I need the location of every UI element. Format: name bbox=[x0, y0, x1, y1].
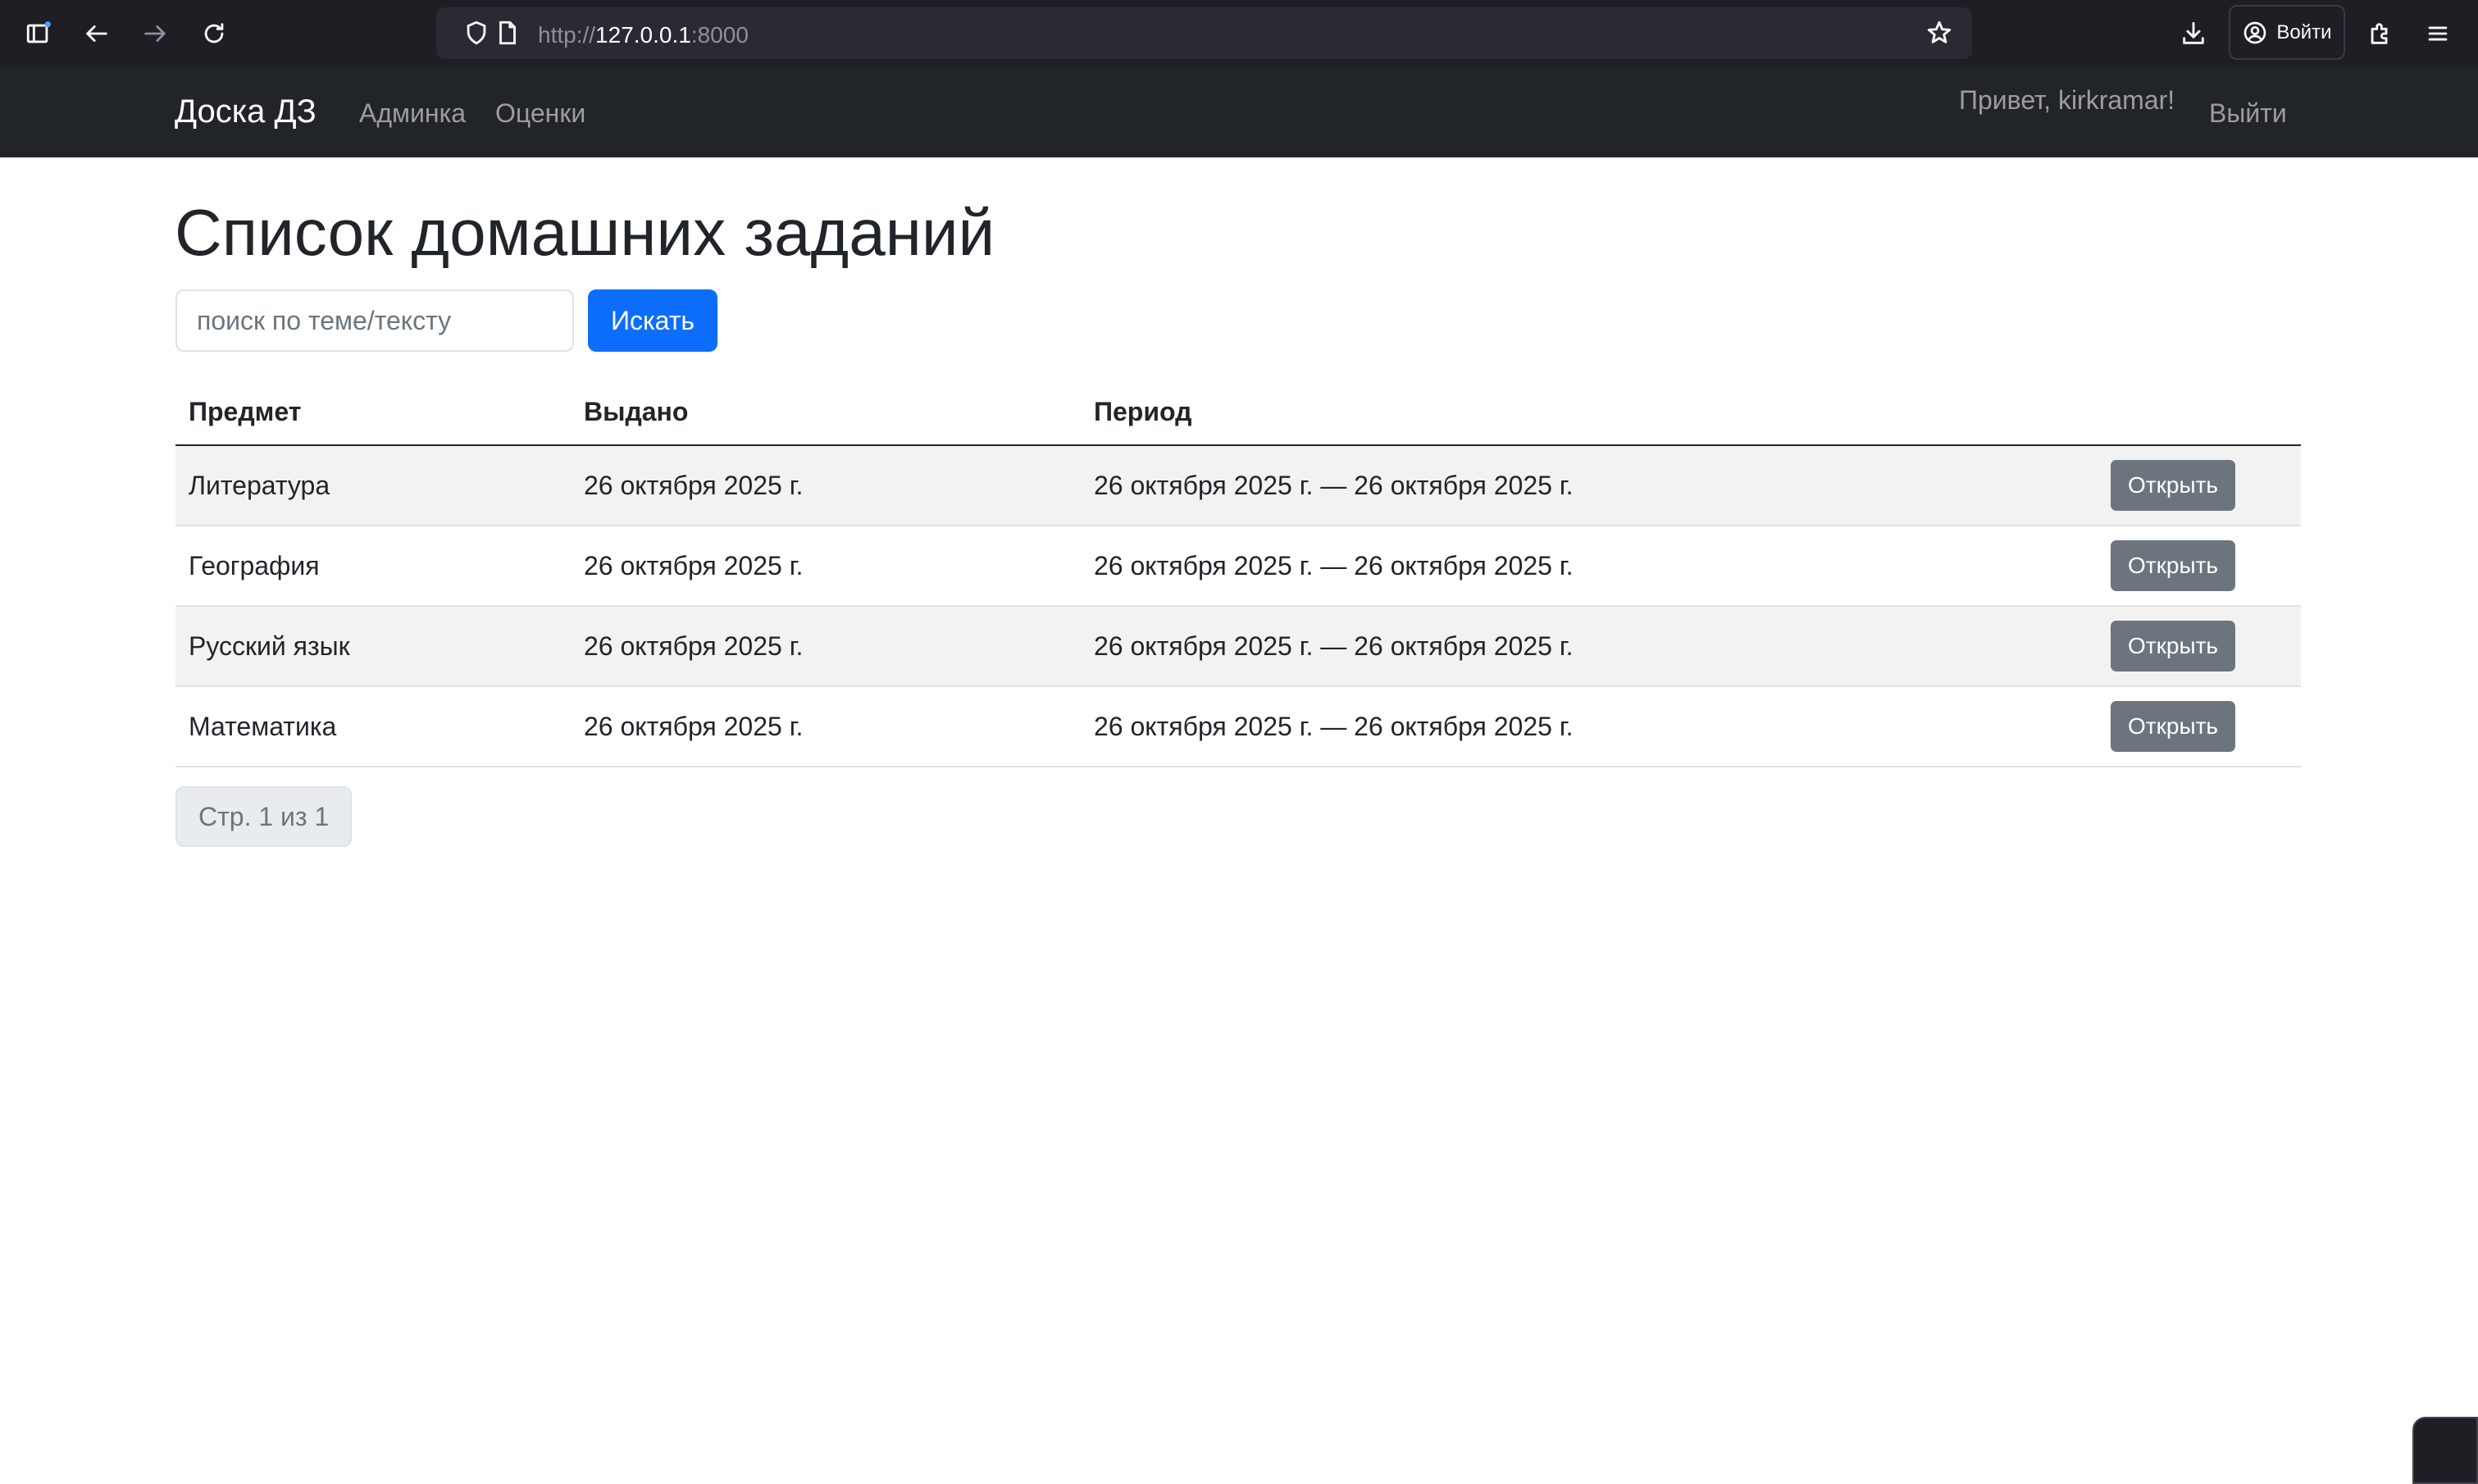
pagination-status: Стр. 1 из 1 bbox=[175, 786, 353, 847]
nav-link-grades[interactable]: Оценки bbox=[495, 98, 585, 129]
table-row: Русский язык 26 октября 2025 г. 26 октяб… bbox=[175, 606, 2301, 687]
back-arrow-icon[interactable] bbox=[76, 13, 117, 54]
cell-issued: 26 октября 2025 г. bbox=[571, 606, 1081, 687]
cell-period: 26 октября 2025 г. — 26 октября 2025 г. bbox=[1081, 445, 2098, 526]
url-port: :8000 bbox=[690, 22, 749, 48]
table-row: География 26 октября 2025 г. 26 октября … bbox=[175, 526, 2301, 607]
header-period: Период bbox=[1081, 379, 2098, 446]
cell-issued: 26 октября 2025 г. bbox=[571, 445, 1081, 526]
brand-link[interactable]: Доска ДЗ bbox=[175, 93, 317, 130]
account-icon bbox=[2244, 21, 2266, 43]
browser-login-label: Войти bbox=[2276, 20, 2332, 43]
header-issued: Выдано bbox=[571, 379, 1081, 446]
search-input[interactable] bbox=[175, 289, 574, 352]
extensions-icon[interactable] bbox=[2360, 13, 2401, 54]
browser-login-button[interactable]: Войти bbox=[2229, 5, 2345, 60]
sidebar-icon[interactable] bbox=[18, 13, 59, 54]
cell-period: 26 октября 2025 г. — 26 октября 2025 г. bbox=[1081, 606, 2098, 687]
page-title: Список домашних заданий bbox=[175, 196, 995, 269]
cell-action: Открыть bbox=[2098, 606, 2301, 687]
corner-widget[interactable] bbox=[2412, 1417, 2478, 1484]
site-navbar: Доска ДЗ Админка Оценки Привет, kirkrama… bbox=[0, 67, 2478, 157]
url-scheme: http:// bbox=[538, 22, 596, 48]
cell-issued: 26 октября 2025 г. bbox=[571, 686, 1081, 767]
forward-arrow-icon[interactable] bbox=[134, 13, 175, 54]
page-icon[interactable] bbox=[494, 19, 522, 47]
cell-action: Открыть bbox=[2098, 686, 2301, 767]
url-text[interactable]: http://127.0.0.1:8000 bbox=[538, 22, 749, 48]
header-subject: Предмет bbox=[175, 379, 571, 446]
download-icon[interactable] bbox=[2173, 13, 2214, 54]
open-button[interactable]: Открыть bbox=[2111, 701, 2235, 752]
logout-link[interactable]: Выйти bbox=[2209, 98, 2287, 129]
browser-toolbar: http://127.0.0.1:8000 Войти bbox=[0, 0, 2478, 67]
menu-icon[interactable] bbox=[2417, 13, 2458, 54]
table-row: Литература 26 октября 2025 г. 26 октября… bbox=[175, 445, 2301, 526]
header-actions bbox=[2098, 379, 2301, 446]
cell-subject: Литература bbox=[175, 445, 571, 526]
cell-period: 26 октября 2025 г. — 26 октября 2025 г. bbox=[1081, 526, 2098, 607]
user-greeting: Привет, kirkramar! bbox=[1959, 85, 2175, 115]
homework-table: Предмет Выдано Период Литература 26 октя… bbox=[175, 379, 2301, 767]
cell-subject: Математика bbox=[175, 686, 571, 767]
address-bar[interactable]: http://127.0.0.1:8000 bbox=[436, 7, 1972, 59]
cell-action: Открыть bbox=[2098, 445, 2301, 526]
url-host: 127.0.0.1 bbox=[595, 22, 691, 48]
cell-subject: Русский язык bbox=[175, 606, 571, 687]
table-header-row: Предмет Выдано Период bbox=[175, 379, 2301, 446]
cell-action: Открыть bbox=[2098, 526, 2301, 607]
star-icon[interactable] bbox=[1925, 19, 1953, 47]
open-button[interactable]: Открыть bbox=[2111, 540, 2235, 591]
shield-icon[interactable] bbox=[462, 19, 490, 47]
nav-link-admin[interactable]: Админка bbox=[359, 98, 466, 129]
open-button[interactable]: Открыть bbox=[2111, 621, 2235, 671]
cell-subject: География bbox=[175, 526, 571, 607]
cell-issued: 26 октября 2025 г. bbox=[571, 526, 1081, 607]
open-button[interactable]: Открыть bbox=[2111, 460, 2235, 511]
search-button[interactable]: Искать bbox=[588, 289, 717, 352]
table-row: Математика 26 октября 2025 г. 26 октября… bbox=[175, 686, 2301, 767]
cell-period: 26 октября 2025 г. — 26 октября 2025 г. bbox=[1081, 686, 2098, 767]
reload-icon[interactable] bbox=[194, 13, 235, 54]
